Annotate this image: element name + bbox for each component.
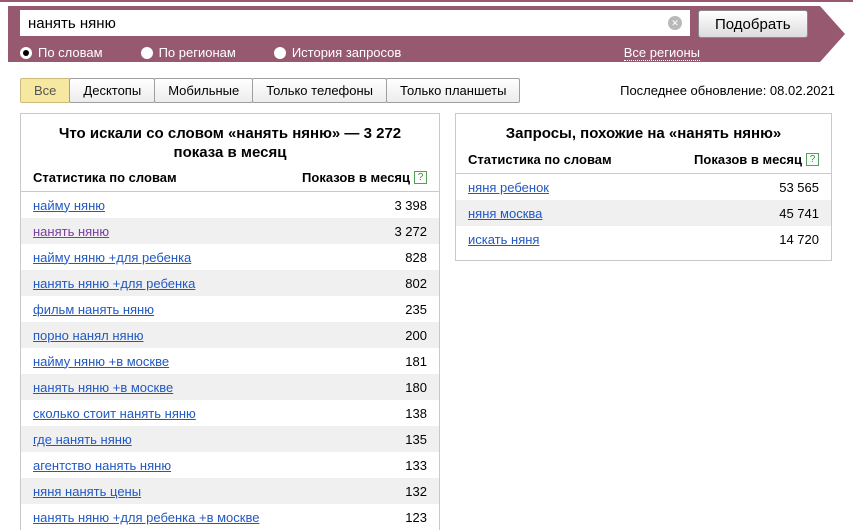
row-value: 235 [405,302,427,317]
device-tab[interactable]: Мобильные [154,78,253,103]
keyword-stats-panel: Что искали со словом «нанять няню» — 3 2… [20,113,440,530]
row-value: 133 [405,458,427,473]
radio-label: По словам [38,45,103,60]
all-regions-link[interactable]: Все регионы [624,45,700,61]
radio-label: По регионам [159,45,236,60]
row-value: 3 398 [394,198,427,213]
keyword-link[interactable]: нанять няню +для ребенка [33,276,195,291]
device-tab[interactable]: Только планшеты [386,78,520,103]
header-arrow-icon [820,6,845,62]
row-value: 828 [405,250,427,265]
filter-radio[interactable]: По словам [20,45,103,60]
radio-icon [274,47,286,59]
keyword-link[interactable]: найму няню +для ребенка [33,250,191,265]
search-header: ✕ Подобрать По словам По регионам Истори… [8,6,820,62]
page-top-border [0,0,853,2]
keyword-link[interactable]: нанять няню +в москве [33,380,173,395]
radio-icon [20,47,32,59]
similar-rows: няня ребенок 53 565 няня москва 45 741 и… [456,174,831,252]
column-value-label: Показов в месяц [302,170,410,185]
table-row: сколько стоит нанять няню 138 [21,400,439,426]
keyword-link[interactable]: найму няню +в москве [33,354,169,369]
row-value: 53 565 [779,180,819,195]
table-row: няня ребенок 53 565 [456,174,831,200]
filter-radio[interactable]: По регионам [141,45,236,60]
keyword-link[interactable]: искать няня [468,232,539,247]
row-value: 14 720 [779,232,819,247]
results-area: Что искали со словом «нанять няню» — 3 2… [20,113,853,530]
column-value: Показов в месяц ? [694,152,819,167]
radio-icon [141,47,153,59]
help-icon[interactable]: ? [414,171,427,184]
keyword-link[interactable]: нанять няню +для ребенка +в москве [33,510,259,525]
row-value: 180 [405,380,427,395]
device-tab[interactable]: Все [20,78,70,103]
keyword-link[interactable]: нанять няню [33,224,109,239]
keyword-link[interactable]: порно нанял няню [33,328,144,343]
row-value: 45 741 [779,206,819,221]
radio-label: История запросов [292,45,402,60]
row-value: 132 [405,484,427,499]
table-row: фильм нанять няню 235 [21,296,439,322]
table-row: порно нанял няню 200 [21,322,439,348]
column-keyword: Статистика по словам [468,152,612,167]
keyword-link[interactable]: няня ребенок [468,180,549,195]
table-row: няня нанять цены 132 [21,478,439,504]
keyword-link[interactable]: фильм нанять няню [33,302,154,317]
keyword-link[interactable]: найму няню [33,198,105,213]
similar-queries-panel: Запросы, похожие на «нанять няню» Статис… [455,113,832,261]
keyword-link[interactable]: няня нанять цены [33,484,141,499]
table-row: нанять няню +в москве 180 [21,374,439,400]
search-row: ✕ Подобрать [8,6,820,38]
filter-row: По словам По регионам История запросов В… [8,45,820,60]
table-header: Статистика по словам Показов в месяц ? [456,152,831,174]
table-row: найму няню +в москве 181 [21,348,439,374]
table-row: агентство нанять няню 133 [21,452,439,478]
device-tab[interactable]: Десктопы [69,78,155,103]
row-value: 802 [405,276,427,291]
column-value-label: Показов в месяц [694,152,802,167]
submit-button[interactable]: Подобрать [698,10,808,38]
help-icon[interactable]: ? [806,153,819,166]
row-value: 123 [405,510,427,525]
column-keyword: Статистика по словам [33,170,177,185]
filter-radios: По словам По регионам История запросов [20,45,439,60]
row-value: 138 [405,406,427,421]
keyword-link[interactable]: где нанять няню [33,432,132,447]
last-update-label: Последнее обновление: 08.02.2021 [620,78,835,98]
clear-icon[interactable]: ✕ [668,16,682,30]
table-row: нанять няню +для ребенка +в москве 123 [21,504,439,530]
row-value: 3 272 [394,224,427,239]
table-row: няня москва 45 741 [456,200,831,226]
search-input[interactable] [20,10,690,36]
filter-radio[interactable]: История запросов [274,45,402,60]
table-row: где нанять няню 135 [21,426,439,452]
panel-title: Запросы, похожие на «нанять няню» [456,114,831,152]
table-header: Статистика по словам Показов в месяц ? [21,170,439,192]
keyword-rows: найму няню 3 398 нанять няню 3 272 найму… [21,192,439,530]
device-tabs: Все Десктопы Мобильные Только телефоны Т… [20,78,520,103]
table-row: нанять няню 3 272 [21,218,439,244]
row-value: 200 [405,328,427,343]
table-row: нанять няню +для ребенка 802 [21,270,439,296]
device-tab[interactable]: Только телефоны [252,78,387,103]
keyword-link[interactable]: няня москва [468,206,542,221]
tabs-row: Все Десктопы Мобильные Только телефоны Т… [20,78,835,103]
table-row: найму няню +для ребенка 828 [21,244,439,270]
table-row: искать няня 14 720 [456,226,831,252]
search-input-wrap: ✕ [20,10,690,36]
row-value: 135 [405,432,427,447]
row-value: 181 [405,354,427,369]
keyword-link[interactable]: сколько стоит нанять няню [33,406,196,421]
table-row: найму няню 3 398 [21,192,439,218]
keyword-link[interactable]: агентство нанять няню [33,458,171,473]
panel-title: Что искали со словом «нанять няню» — 3 2… [21,114,439,170]
column-value: Показов в месяц ? [302,170,427,185]
